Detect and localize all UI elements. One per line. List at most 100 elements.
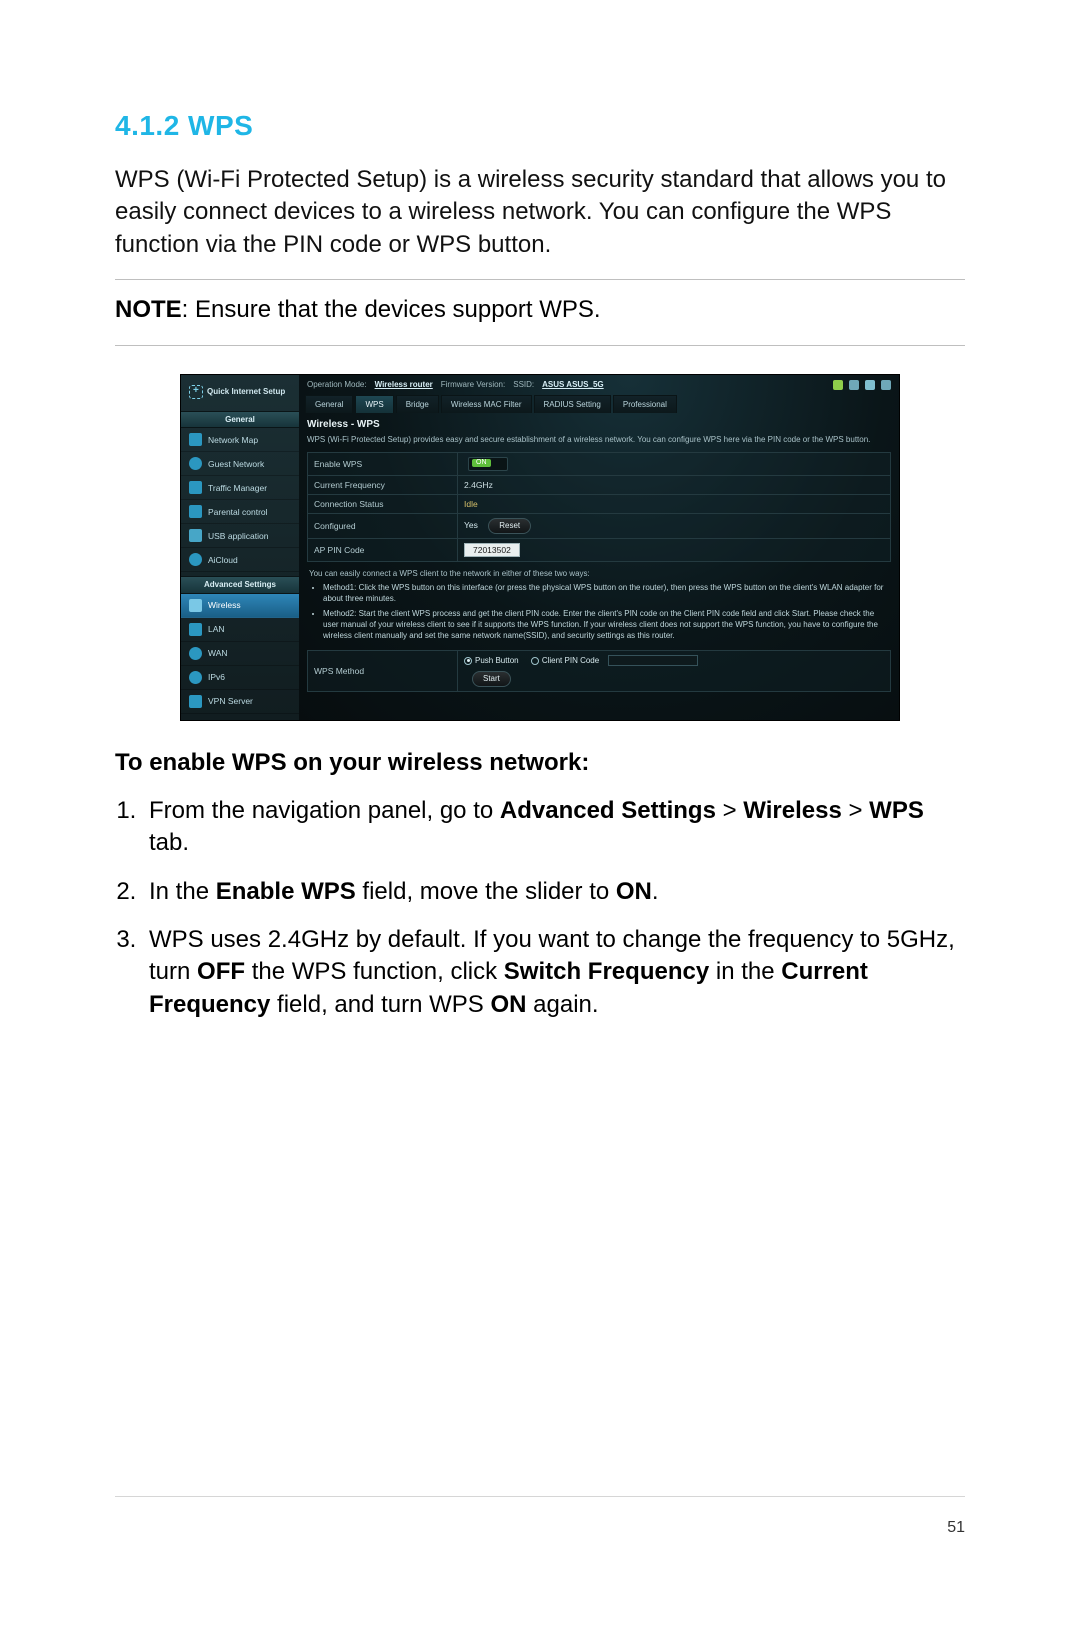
main-panel: Operation Mode: Wireless router Firmware… bbox=[299, 375, 899, 720]
panel-title: Wireless - WPS bbox=[307, 419, 891, 431]
sidebar-item-wireless[interactable]: Wireless bbox=[181, 594, 299, 618]
sidebar-item-traffic-manager[interactable]: Traffic Manager bbox=[181, 476, 299, 500]
wps-method-table: WPS Method Push Button Client PIN Code S… bbox=[307, 650, 891, 692]
tab-general[interactable]: General bbox=[305, 395, 353, 414]
intro-paragraph: WPS (Wi-Fi Protected Setup) is a wireles… bbox=[115, 164, 965, 261]
text-bold: Advanced Settings bbox=[500, 797, 716, 824]
ipv6-icon bbox=[189, 671, 202, 684]
sidebar-header-advanced: Advanced Settings bbox=[181, 576, 299, 594]
radio-client-pin[interactable]: Client PIN Code bbox=[531, 655, 698, 666]
sidebar-item-label: Network Map bbox=[208, 435, 258, 445]
text-bold: Wireless bbox=[743, 797, 842, 824]
op-mode-label: Operation Mode: bbox=[307, 380, 367, 390]
divider bbox=[115, 345, 965, 346]
sidebar-item-ipv6[interactable]: IPv6 bbox=[181, 666, 299, 690]
step-1: From the navigation panel, go to Advance… bbox=[143, 795, 965, 860]
radio-push-button[interactable]: Push Button bbox=[464, 656, 519, 666]
ap-pin-code: 72013502 bbox=[464, 543, 520, 557]
sidebar-item-label: IPv6 bbox=[208, 672, 225, 682]
reset-button[interactable]: Reset bbox=[488, 518, 531, 534]
quick-internet-setup[interactable]: Quick Internet Setup bbox=[181, 379, 299, 407]
sidebar-item-network-map[interactable]: Network Map bbox=[181, 428, 299, 452]
text-bold: ON bbox=[490, 991, 526, 1018]
connection-status: Idle bbox=[464, 499, 478, 509]
sidebar-item-wan[interactable]: WAN bbox=[181, 642, 299, 666]
sidebar-item-guest-network[interactable]: Guest Network bbox=[181, 452, 299, 476]
wifi-icon[interactable] bbox=[881, 380, 891, 390]
op-mode-value[interactable]: Wireless router bbox=[375, 380, 433, 390]
row-enable-wps-label: Enable WPS bbox=[308, 452, 458, 475]
note-text: : Ensure that the devices support WPS. bbox=[182, 296, 601, 323]
sidebar-item-vpn-server[interactable]: VPN Server bbox=[181, 690, 299, 714]
sidebar-item-parental-control[interactable]: Parental control bbox=[181, 500, 299, 524]
sidebar-item-label: VPN Server bbox=[208, 696, 253, 706]
qis-icon bbox=[189, 385, 203, 399]
sidebar-item-lan[interactable]: LAN bbox=[181, 618, 299, 642]
status-icon[interactable] bbox=[849, 380, 859, 390]
sidebar-item-label: WAN bbox=[208, 648, 228, 658]
page-number: 51 bbox=[947, 1519, 965, 1537]
topbar: Operation Mode: Wireless router Firmware… bbox=[299, 375, 899, 392]
row-configured-value: Yes Reset bbox=[458, 514, 891, 539]
text-bold: Switch Frequency bbox=[504, 958, 709, 985]
row-connection-status-value: Idle bbox=[458, 495, 891, 514]
sidebar-item-label: Parental control bbox=[208, 507, 268, 517]
sidebar-item-label: LAN bbox=[208, 624, 225, 634]
subheading: To enable WPS on your wireless network: bbox=[115, 749, 965, 777]
text-bold: OFF bbox=[197, 958, 245, 985]
start-button[interactable]: Start bbox=[472, 671, 511, 687]
ssid-value[interactable]: ASUS ASUS_5G bbox=[542, 380, 604, 390]
configured-value: Yes bbox=[464, 520, 478, 530]
row-ap-pin-label: AP PIN Code bbox=[308, 538, 458, 561]
radio-icon bbox=[464, 657, 472, 665]
tab-wps[interactable]: WPS bbox=[355, 395, 393, 414]
row-enable-wps-value bbox=[458, 452, 891, 475]
enable-wps-toggle[interactable] bbox=[468, 457, 508, 471]
traffic-manager-icon bbox=[189, 481, 202, 494]
tab-bridge[interactable]: Bridge bbox=[396, 395, 439, 414]
text: In the bbox=[149, 878, 216, 905]
text: > bbox=[716, 797, 743, 824]
tab-radius[interactable]: RADIUS Setting bbox=[534, 395, 611, 414]
sidebar-item-label: USB application bbox=[208, 531, 268, 541]
step-2: In the Enable WPS field, move the slider… bbox=[143, 876, 965, 908]
ssid-label: SSID: bbox=[513, 380, 534, 390]
methods-block: You can easily connect a WPS client to t… bbox=[307, 562, 891, 650]
settings-table: Enable WPS Current Frequency 2.4GHz Conn… bbox=[307, 452, 891, 562]
client-pin-input[interactable] bbox=[608, 655, 698, 666]
sidebar-header-general: General bbox=[181, 411, 299, 429]
text: From the navigation panel, go to bbox=[149, 797, 500, 824]
row-ap-pin-value: 72013502 bbox=[458, 538, 891, 561]
row-frequency-label: Current Frequency bbox=[308, 475, 458, 494]
text-bold: WPS bbox=[869, 797, 924, 824]
text: field, move the slider to bbox=[356, 878, 616, 905]
text: . bbox=[652, 878, 659, 905]
divider bbox=[115, 279, 965, 280]
tab-mac-filter[interactable]: Wireless MAC Filter bbox=[441, 395, 532, 414]
user-icon[interactable] bbox=[833, 380, 843, 390]
radio-icon bbox=[531, 657, 539, 665]
tabs: General WPS Bridge Wireless MAC Filter R… bbox=[299, 392, 899, 414]
sidebar-item-aicloud[interactable]: AiCloud bbox=[181, 548, 299, 572]
text: field, and turn WPS bbox=[270, 991, 490, 1018]
firmware-label: Firmware Version: bbox=[441, 380, 505, 390]
row-frequency-value: 2.4GHz bbox=[458, 475, 891, 494]
sidebar-item-label: AiCloud bbox=[208, 555, 238, 565]
text: tab. bbox=[149, 829, 189, 856]
text: in the bbox=[709, 958, 781, 985]
guest-network-icon bbox=[189, 457, 202, 470]
note-line: NOTE: Ensure that the devices support WP… bbox=[115, 294, 965, 326]
radio-label: Client PIN Code bbox=[542, 656, 599, 666]
lan-icon bbox=[189, 623, 202, 636]
qis-label: Quick Internet Setup bbox=[207, 387, 285, 397]
wireless-icon bbox=[189, 599, 202, 612]
vpn-icon bbox=[189, 695, 202, 708]
row-wps-method-value: Push Button Client PIN Code Start bbox=[458, 651, 891, 692]
usb-application-icon bbox=[189, 529, 202, 542]
steps-list: From the navigation panel, go to Advance… bbox=[115, 795, 965, 1021]
sidebar-item-usb-application[interactable]: USB application bbox=[181, 524, 299, 548]
usb-icon[interactable] bbox=[865, 380, 875, 390]
tab-professional[interactable]: Professional bbox=[613, 395, 677, 414]
wan-icon bbox=[189, 647, 202, 660]
text: > bbox=[842, 797, 869, 824]
